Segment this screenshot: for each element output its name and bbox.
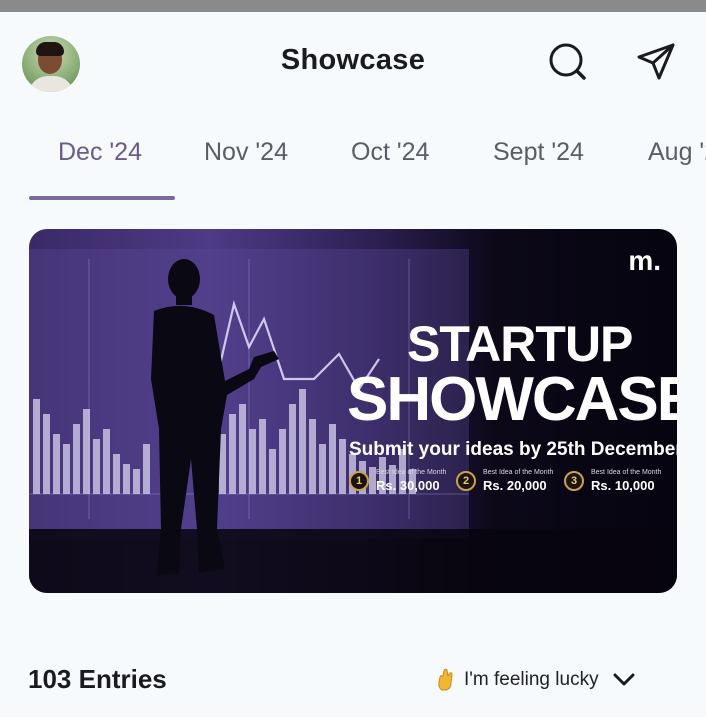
send-button[interactable]: [634, 40, 678, 84]
tab-nov-24[interactable]: Nov '24: [204, 138, 288, 167]
feeling-lucky-label: I'm feeling lucky: [464, 669, 599, 690]
page-title: Showcase: [280, 44, 426, 76]
tab-sept-24[interactable]: Sept '24: [493, 138, 584, 167]
medal-icon: 1: [349, 471, 369, 491]
status-bar: [0, 0, 706, 12]
entries-bar: 103 Entries I'm feeling lucky: [0, 660, 706, 700]
hand-crossed-fingers-icon: [438, 668, 453, 691]
tab-dec-24[interactable]: Dec '24: [58, 138, 142, 167]
prize-caption: Best Idea of the Month: [483, 469, 554, 476]
avatar-shirt: [28, 76, 74, 92]
search-button[interactable]: [546, 40, 590, 84]
tab-oct-24[interactable]: Oct '24: [351, 138, 429, 167]
medal-icon: 3: [564, 471, 584, 491]
app-header: Showcase: [0, 12, 706, 112]
banner-title-line1: STARTUP: [407, 316, 633, 372]
send-icon: [637, 43, 675, 80]
entries-count: 103 Entries: [28, 664, 167, 694]
prize-amount: Rs. 10,000: [591, 478, 655, 493]
prize-amount: Rs. 20,000: [483, 478, 547, 493]
banner-subtitle: Submit your ideas by 25th December: [349, 439, 677, 460]
tab-aug-24[interactable]: Aug '24: [648, 138, 706, 167]
search-icon: [549, 43, 586, 80]
feeling-lucky-dropdown[interactable]: I'm feeling lucky: [436, 668, 635, 692]
prize-amount: Rs. 30,000: [376, 478, 440, 493]
medal-icon: 2: [456, 471, 476, 491]
banner-title-line2: SHOWCASE: [347, 365, 677, 434]
prize-caption: Best Idea of the Month: [591, 469, 662, 476]
showcase-banner[interactable]: m. STARTUP SHOWCASE Submit your ideas by…: [29, 229, 677, 593]
brand-logo: m.: [628, 245, 661, 276]
prize-caption: Best Idea of the Month: [376, 469, 447, 476]
month-tabs: Dec '24 Nov '24 Oct '24 Sept '24 Aug '24: [0, 128, 706, 202]
active-tab-indicator: [29, 196, 175, 200]
chevron-down-icon: [613, 673, 635, 686]
